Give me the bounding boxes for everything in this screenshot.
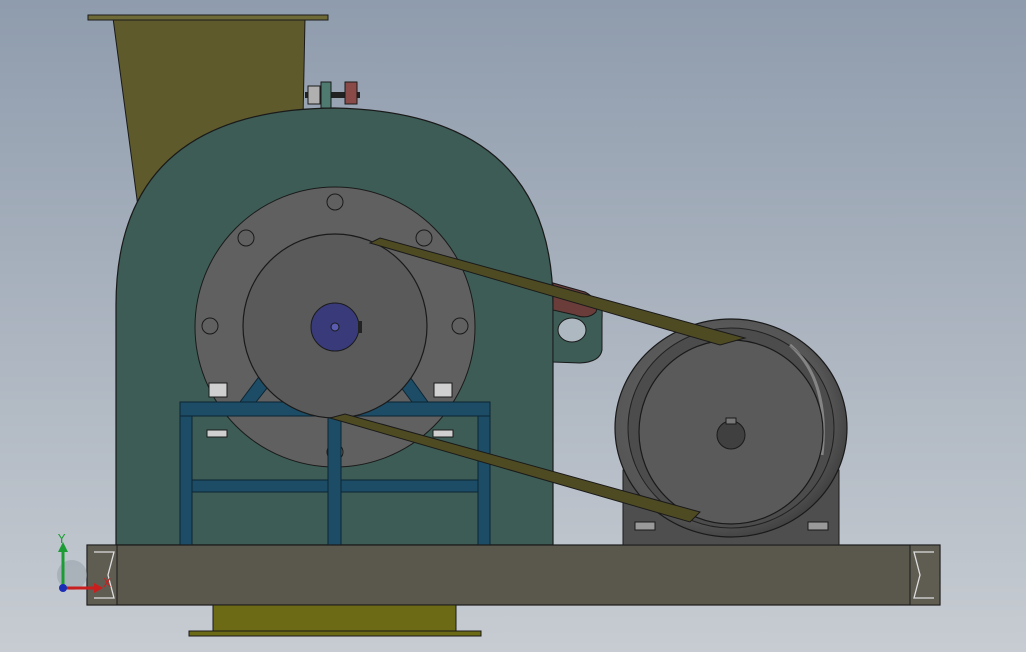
triad-z-axis: [59, 584, 67, 592]
motor-shaft: [716, 420, 746, 450]
motor-pulley[interactable]: [638, 339, 824, 525]
base-plate[interactable]: [86, 544, 941, 606]
triad-x-label: X: [103, 576, 112, 590]
driven-pulley[interactable]: [242, 233, 428, 419]
triad-y-label: Y: [58, 532, 66, 546]
cad-viewport[interactable]: X Y: [0, 0, 1026, 652]
discharge-outlet[interactable]: [188, 604, 482, 637]
machine-drawing: [0, 0, 1026, 652]
